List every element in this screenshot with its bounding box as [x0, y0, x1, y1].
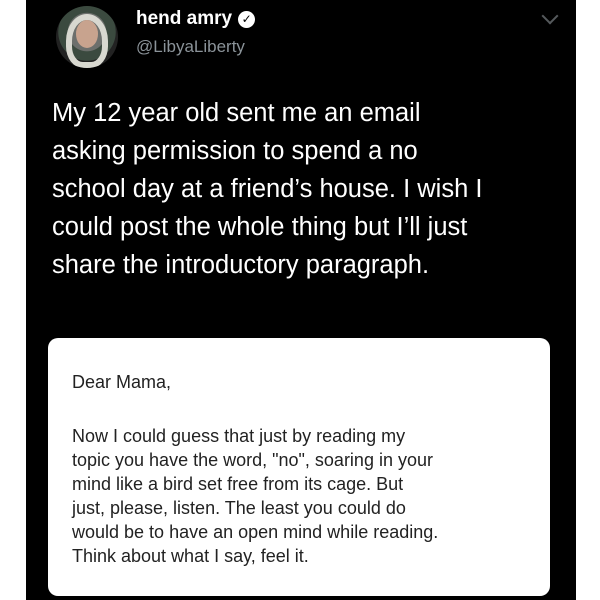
author-display-name[interactable]: hend amry [136, 8, 232, 30]
email-body-line: Now I could guess that just by reading m… [72, 426, 406, 446]
author-name-row[interactable]: hend amry ✓ [136, 8, 256, 30]
email-screenshot-card[interactable]: Dear Mama, Now I could guess that just b… [48, 338, 550, 596]
tweet-screenshot: hend amry ✓ @LibyaLiberty My 12 year old… [26, 0, 576, 600]
tweet-text-line: school day at a friend’s house. I wish I [52, 175, 483, 203]
email-greeting: Dear Mama, [72, 372, 172, 392]
avatar[interactable] [56, 6, 118, 68]
email-body-line: just, please, listen. The least you coul… [72, 498, 406, 518]
email-body-line: Think about what I say, feel it. [72, 546, 309, 566]
tweet-text-line: My 12 year old sent me an email [52, 99, 421, 127]
email-body-line: would be to have an open mind while read… [72, 522, 439, 542]
tweet-text-line: asking permission to spend a no [52, 137, 418, 165]
tweet-text: My 12 year old sent me an email asking p… [52, 94, 557, 284]
email-body-line: topic you have the word, "no", soaring i… [72, 450, 433, 470]
tweet-text-line: share the introductory paragraph. [52, 251, 430, 279]
email-body-line: mind like a bird set free from its cage.… [72, 474, 404, 494]
author-handle[interactable]: @LibyaLiberty [136, 37, 245, 57]
email-body: Now I could guess that just by reading m… [72, 424, 542, 568]
chevron-down-icon[interactable] [541, 7, 559, 25]
avatar-face [76, 20, 98, 48]
verified-badge-icon: ✓ [238, 10, 256, 28]
tweet-text-line: could post the whole thing but I’ll just [52, 213, 468, 241]
